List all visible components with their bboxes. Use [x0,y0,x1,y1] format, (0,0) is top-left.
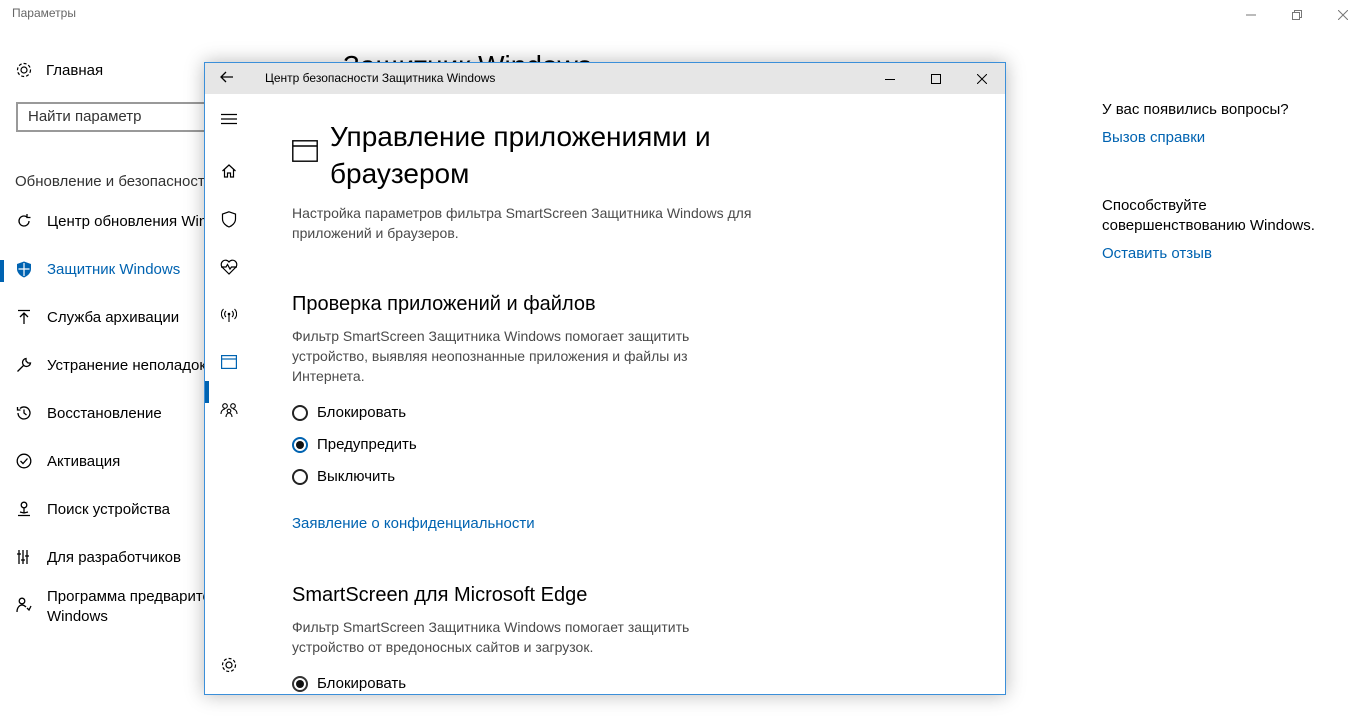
developer-icon [17,550,29,564]
home-nav-item[interactable]: Главная [15,61,103,79]
sidebar-home-button[interactable] [219,161,239,181]
history-icon [16,406,31,420]
home-icon [222,164,236,178]
gear-icon [221,657,237,673]
defender-window: Центр безопасности Защитника Windows Упр… [204,62,1006,695]
close-icon [1338,10,1348,20]
page-app-window-icon [292,140,318,167]
section-edge-desc: Фильтр SmartScreen Защитника Windows пом… [292,619,690,655]
nav-label: Защитник Windows [47,261,181,278]
bg-close-button[interactable] [1320,0,1366,30]
radio-button[interactable] [292,468,308,485]
page-description: Настройка параметров фильтра SmartScreen… [292,205,752,241]
defender-content: Управление приложениями и браузером Наст… [292,94,1005,694]
shield-icon [17,261,31,278]
radio-button[interactable] [292,404,308,421]
radio-button-selected[interactable] [292,436,308,453]
nav-item-activation[interactable]: Активация [15,453,120,470]
gear-icon [16,62,32,78]
hamburger-icon [221,113,237,125]
maximize-button[interactable] [913,63,959,94]
section-check-apps-desc: Фильтр SmartScreen Защитника Windows пом… [292,328,690,384]
nav-item-troubleshoot[interactable]: Устранение неполадок [15,357,206,374]
sidebar-selected-indicator [205,381,209,403]
heart-pulse-icon [220,259,238,275]
bg-minimize-button[interactable] [1228,0,1274,30]
app-window-icon [221,355,237,369]
radio-option-edge-block[interactable]: Блокировать [292,675,406,692]
nav-item-recovery[interactable]: Восстановление [15,405,162,422]
privacy-statement-link[interactable]: Заявление о конфиденциальности [292,515,535,532]
help-link[interactable]: Вызов справки [1102,128,1205,148]
nav-label: Активация [47,453,121,470]
radio-option-off[interactable]: Выключить [292,468,395,485]
settings-window-title: Параметры [12,6,76,20]
sidebar-device-health-button[interactable] [219,257,239,277]
back-button[interactable] [219,69,235,90]
radio-label: Блокировать [317,675,407,692]
family-icon [220,403,238,418]
sidebar-app-browser-button[interactable] [219,352,239,372]
radio-label: Выключить [317,468,396,485]
page-heading: Управление приложениями и браузером [330,121,711,189]
defender-sidebar [205,94,253,694]
check-circle-icon [16,453,32,469]
nav-label-line2: Windows [47,608,108,625]
section-header: Обновление и безопасность [15,173,213,190]
wireless-icon [221,308,237,322]
defender-window-title: Центр безопасности Защитника Windows [265,71,496,85]
nav-item-backup[interactable]: Служба архивации [15,309,179,326]
minimize-icon [885,78,895,80]
wrench-icon [17,357,32,372]
feedback-link[interactable]: Оставить отзыв [1102,244,1212,264]
nav-label: Восстановление [47,405,162,422]
nav-label: Служба архивации [47,309,180,326]
minimize-icon [1246,14,1256,16]
nav-item-developers[interactable]: Для разработчиков [15,549,181,566]
minimize-button[interactable] [867,63,913,94]
home-label: Главная [46,61,104,79]
upload-icon [18,309,30,324]
nav-label: Для разработчиков [47,549,181,566]
radio-button-selected[interactable] [292,675,308,692]
section-check-apps-title: Проверка приложений и файлов [292,293,596,315]
bg-restore-button[interactable] [1274,0,1320,30]
maximize-icon [931,73,941,84]
back-arrow-icon [220,71,233,83]
sidebar-family-button[interactable] [219,400,239,420]
nav-item-find-device[interactable]: Поиск устройства [15,501,170,518]
section-edge-title: SmartScreen для Microsoft Edge [292,584,588,606]
nav-item-windows-defender[interactable]: Защитник Windows [15,261,180,278]
sidebar-virus-protection-button[interactable] [219,209,239,229]
sidebar-firewall-button[interactable] [219,305,239,325]
restore-icon [1292,10,1302,20]
insider-icon [16,597,32,613]
radio-label: Блокировать [317,404,407,421]
close-icon [977,73,987,84]
sidebar-settings-button[interactable] [219,655,239,675]
person-location-icon [18,501,30,517]
nav-active-indicator [0,260,4,282]
nav-label: Устранение неполадок [47,357,206,374]
close-button[interactable] [959,63,1005,94]
refresh-icon [18,214,31,227]
radio-option-warn[interactable]: Предупредить [292,436,417,453]
radio-option-block[interactable]: Блокировать [292,404,406,421]
radio-label: Предупредить [317,436,417,453]
shield-icon [221,210,237,228]
defender-titlebar: Центр безопасности Защитника Windows [205,63,1005,94]
nav-label: Поиск устройства [47,501,171,518]
help-question: У вас появились вопросы? [1102,101,1289,118]
hamburger-menu-button[interactable] [219,109,239,129]
feedback-text: Способствуйте совершенствованию Windows. [1102,197,1315,234]
